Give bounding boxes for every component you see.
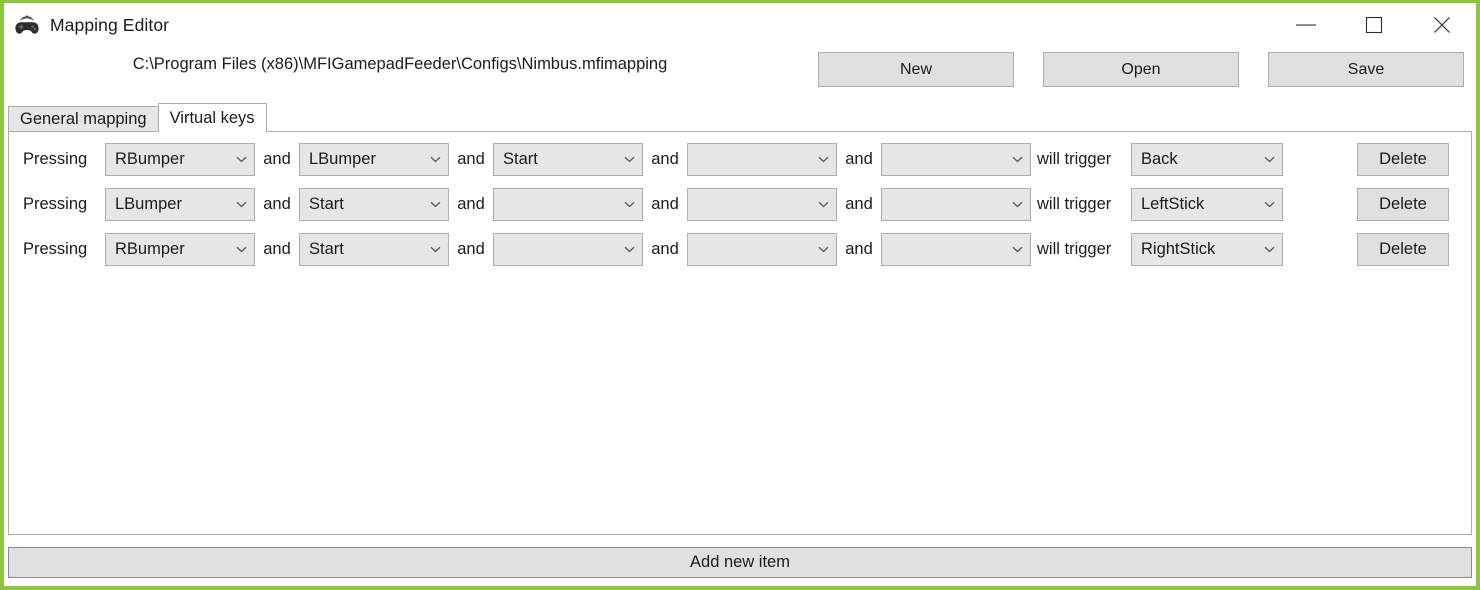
chevron-down-icon — [232, 201, 254, 208]
window-controls — [1272, 3, 1476, 47]
condition-combo-5[interactable] — [881, 188, 1031, 221]
trigger-combo-value: RightStick — [1141, 240, 1216, 258]
trigger-combo[interactable]: LeftStick — [1131, 188, 1283, 221]
gamepad-icon — [14, 15, 40, 35]
will-trigger-label: will trigger — [1037, 195, 1112, 213]
chevron-down-icon — [814, 156, 836, 163]
tab-general-mapping[interactable]: General mapping — [8, 106, 159, 132]
condition-combo-1[interactable]: RBumper — [105, 143, 255, 176]
condition-combo-2[interactable]: Start — [299, 188, 449, 221]
and-label: and — [457, 195, 485, 213]
and-label: and — [457, 240, 485, 258]
and-label: and — [263, 240, 291, 258]
and-label: and — [457, 150, 485, 168]
and-label: and — [651, 150, 679, 168]
and-label: and — [263, 150, 291, 168]
delete-row-button[interactable]: Delete — [1357, 233, 1449, 266]
chevron-down-icon — [1260, 246, 1282, 253]
tab-virtual-keys[interactable]: Virtual keys — [157, 103, 267, 132]
chevron-down-icon — [814, 201, 836, 208]
pressing-label: Pressing — [23, 195, 88, 213]
and-label: and — [845, 195, 873, 213]
title-bar-left: Mapping Editor — [4, 15, 169, 36]
condition-combo-2-value: LBumper — [309, 150, 376, 168]
chevron-down-icon — [620, 201, 642, 208]
chevron-down-icon — [426, 201, 448, 208]
condition-combo-1[interactable]: RBumper — [105, 233, 255, 266]
and-label: and — [651, 240, 679, 258]
condition-combo-3-value: Start — [503, 150, 538, 168]
condition-combo-4[interactable] — [687, 188, 837, 221]
chevron-down-icon — [620, 246, 642, 253]
save-button[interactable]: Save — [1268, 52, 1464, 87]
chevron-down-icon — [1008, 156, 1030, 163]
virtual-key-row: Pressing RBumper and Start and and and w… — [9, 227, 1471, 272]
condition-combo-1[interactable]: LBumper — [105, 188, 255, 221]
close-button[interactable] — [1408, 3, 1476, 47]
chevron-down-icon — [1008, 246, 1030, 253]
chevron-down-icon — [1260, 201, 1282, 208]
condition-combo-3[interactable] — [493, 188, 643, 221]
and-label: and — [263, 195, 291, 213]
condition-combo-4[interactable] — [687, 143, 837, 176]
chevron-down-icon — [426, 156, 448, 163]
minimize-button[interactable] — [1272, 3, 1340, 47]
will-trigger-label: will trigger — [1037, 150, 1112, 168]
condition-combo-5[interactable] — [881, 233, 1031, 266]
mapping-editor-window: Mapping Editor C:\Program Files (x86)\MF… — [0, 0, 1480, 590]
chevron-down-icon — [232, 246, 254, 253]
trigger-combo-value: Back — [1141, 150, 1178, 168]
condition-combo-2-value: Start — [309, 240, 344, 258]
and-label: and — [845, 150, 873, 168]
pressing-label: Pressing — [23, 240, 88, 258]
and-label: and — [651, 195, 679, 213]
and-label: and — [845, 240, 873, 258]
tab-strip: General mapping Virtual keys — [8, 103, 1476, 132]
pressing-label: Pressing — [23, 150, 88, 168]
chevron-down-icon — [1260, 156, 1282, 163]
virtual-key-row: Pressing LBumper and Start and and and w… — [9, 182, 1471, 227]
condition-combo-4[interactable] — [687, 233, 837, 266]
window-title: Mapping Editor — [50, 14, 170, 35]
condition-combo-2[interactable]: LBumper — [299, 143, 449, 176]
chevron-down-icon — [232, 156, 254, 163]
chevron-down-icon — [426, 246, 448, 253]
condition-combo-2-value: Start — [309, 195, 344, 213]
title-bar: Mapping Editor — [4, 3, 1476, 47]
chevron-down-icon — [814, 246, 836, 253]
virtual-key-row: Pressing RBumper and LBumper and Start a… — [9, 137, 1471, 182]
maximize-button[interactable] — [1340, 3, 1408, 47]
delete-row-button[interactable]: Delete — [1357, 143, 1449, 176]
delete-row-button[interactable]: Delete — [1357, 188, 1449, 221]
condition-combo-1-value: RBumper — [115, 150, 185, 168]
condition-combo-5[interactable] — [881, 143, 1031, 176]
trigger-combo[interactable]: RightStick — [1131, 233, 1283, 266]
open-button[interactable]: Open — [1043, 52, 1239, 87]
condition-combo-3[interactable]: Start — [493, 143, 643, 176]
will-trigger-label: will trigger — [1037, 240, 1112, 258]
trigger-combo-value: LeftStick — [1141, 195, 1205, 213]
condition-combo-1-value: RBumper — [115, 240, 185, 258]
toolbar: C:\Program Files (x86)\MFIGamepadFeeder\… — [4, 47, 1476, 103]
condition-combo-2[interactable]: Start — [299, 233, 449, 266]
condition-combo-3[interactable] — [493, 233, 643, 266]
condition-combo-1-value: LBumper — [115, 195, 182, 213]
config-path-label: C:\Program Files (x86)\MFIGamepadFeeder\… — [132, 55, 668, 73]
chevron-down-icon — [620, 156, 642, 163]
new-button[interactable]: New — [818, 52, 1014, 87]
add-new-item-button[interactable]: Add new item — [8, 547, 1472, 578]
virtual-keys-panel: Pressing RBumper and LBumper and Start a… — [8, 131, 1472, 535]
trigger-combo[interactable]: Back — [1131, 143, 1283, 176]
chevron-down-icon — [1008, 201, 1030, 208]
